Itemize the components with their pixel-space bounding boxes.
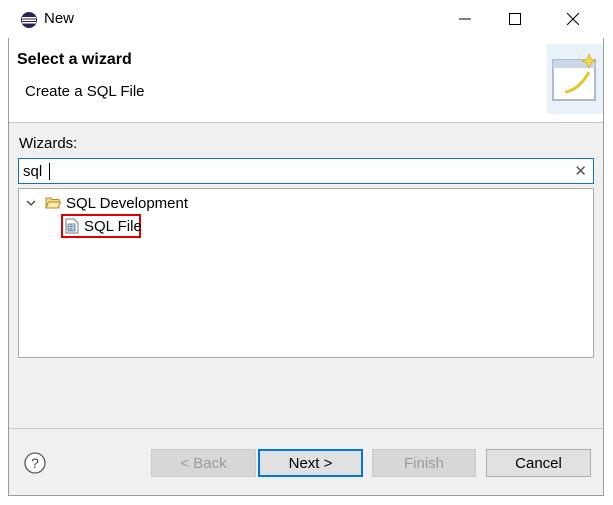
clear-filter-icon[interactable]: ✕	[574, 162, 587, 180]
window-title: New	[44, 10, 75, 27]
page-title: Select a wizard	[17, 51, 132, 68]
wizard-header: Select a wizard Create a SQL File	[9, 38, 603, 123]
close-icon	[567, 13, 579, 25]
footer-divider	[9, 428, 603, 429]
folder-open-icon	[45, 197, 61, 209]
minimize-icon	[459, 18, 471, 20]
title-bar: New	[8, 0, 604, 38]
wizard-filter-field[interactable]: ✕	[18, 158, 594, 184]
maximize-button[interactable]	[492, 0, 538, 38]
wizard-tree[interactable]: SQL Development SQL File	[18, 188, 594, 358]
next-button[interactable]: Next >	[258, 449, 363, 477]
text-caret	[49, 163, 50, 180]
cancel-button[interactable]: Cancel	[486, 449, 591, 477]
tree-item-sql-development[interactable]: SQL Development	[25, 192, 188, 214]
maximize-icon	[509, 13, 521, 25]
tree-item-sql-file[interactable]: SQL File	[65, 215, 142, 237]
page-subtitle: Create a SQL File	[25, 83, 145, 100]
tree-item-label: SQL File	[84, 217, 142, 235]
wizards-label: Wizards:	[19, 135, 78, 152]
chevron-down-icon[interactable]	[25, 197, 37, 209]
wizard-filter-input[interactable]	[23, 161, 563, 181]
svg-text:?: ?	[31, 455, 39, 471]
finish-button[interactable]: Finish	[372, 449, 476, 477]
eclipse-app-icon	[21, 12, 37, 28]
wizard-banner-icon	[547, 44, 603, 114]
back-button[interactable]: < Back	[151, 449, 256, 477]
close-button[interactable]	[550, 0, 596, 38]
tree-item-label: SQL Development	[66, 194, 189, 212]
sql-file-icon	[65, 218, 79, 234]
minimize-button[interactable]	[442, 0, 488, 38]
help-icon[interactable]: ?	[24, 452, 46, 474]
